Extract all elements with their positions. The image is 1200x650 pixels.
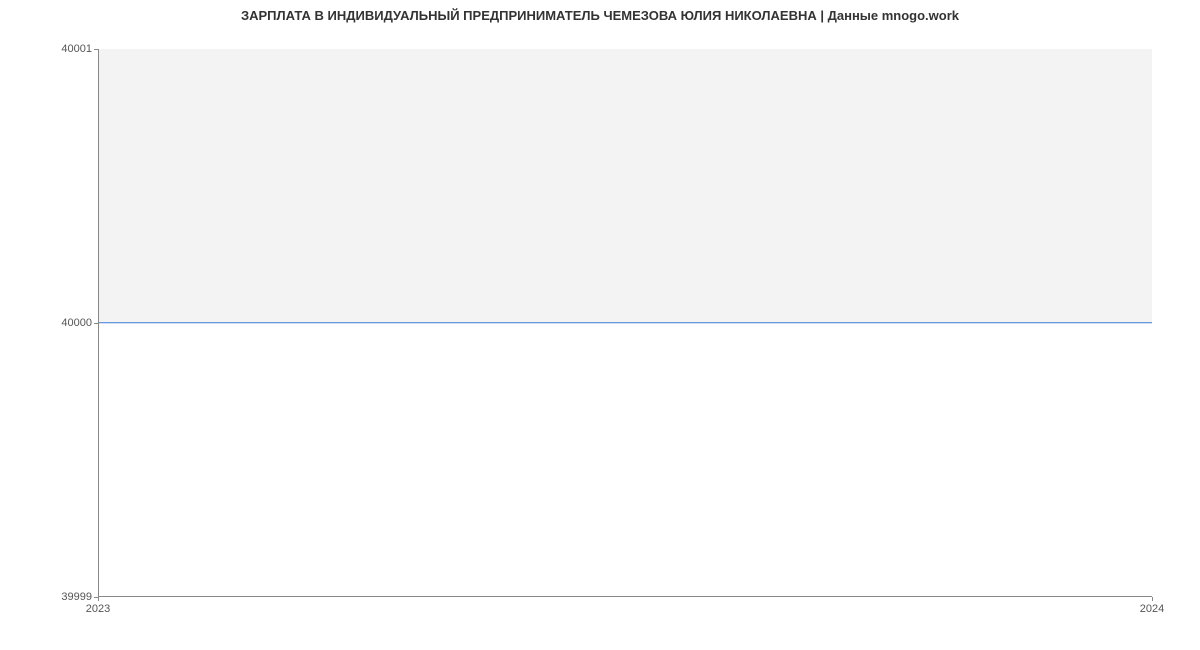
x-axis-tick-label: 2023 — [86, 603, 110, 615]
y-axis-tick-label: 40001 — [61, 43, 92, 55]
y-tick-mark — [94, 323, 98, 324]
x-axis-tick-label: 2024 — [1140, 603, 1164, 615]
salary-chart: ЗАРПЛАТА В ИНДИВИДУАЛЬНЫЙ ПРЕДПРИНИМАТЕЛ… — [0, 0, 1200, 650]
data-line — [99, 322, 1152, 323]
y-tick-mark — [94, 49, 98, 50]
chart-title: ЗАРПЛАТА В ИНДИВИДУАЛЬНЫЙ ПРЕДПРИНИМАТЕЛ… — [0, 8, 1200, 23]
plot-area — [98, 49, 1152, 597]
y-axis-tick-label: 39999 — [61, 591, 92, 603]
x-tick-mark — [1152, 597, 1153, 601]
x-tick-mark — [98, 597, 99, 601]
area-fill — [99, 49, 1152, 323]
y-axis-tick-label: 40000 — [61, 317, 92, 329]
